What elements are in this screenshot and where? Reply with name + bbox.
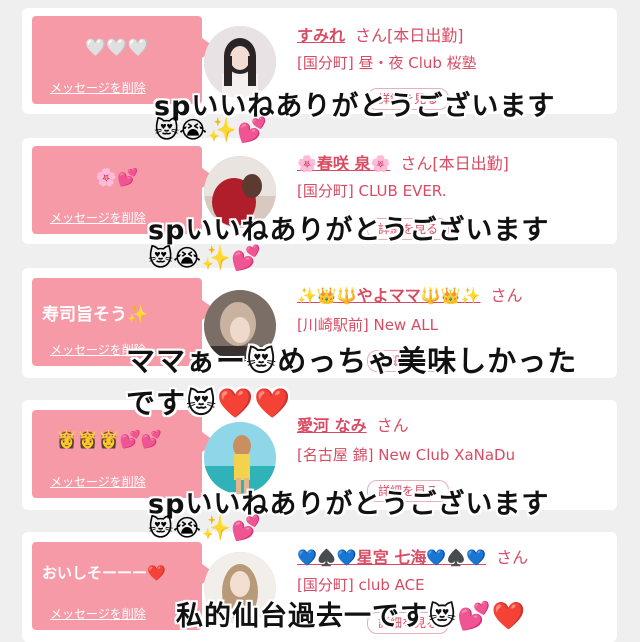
sender-name-link[interactable]: 🌸春咲 泉🌸: [297, 154, 390, 173]
shop-info: [国分町] club ACE: [297, 576, 425, 594]
sender-status: さん: [490, 286, 523, 305]
message-text: 🌸💕: [95, 168, 139, 188]
overlay-caption: 私的仙台過去一です😻💕❤️: [176, 601, 527, 632]
sender-name-line: ✨👑🔱やよママ🔱👑✨ さん: [297, 282, 523, 306]
sender-name-line: 🌸春咲 泉🌸 さん[本日出勤]: [297, 150, 509, 174]
sender-status: さん[本日出勤]: [400, 154, 509, 173]
shop-info: [国分町] CLUB EVER.: [297, 182, 447, 200]
sender-name-line: 愛河 なみ さん: [297, 412, 409, 436]
sender-name-link[interactable]: 💙♠️💙星宮 七海💙♠️💙: [297, 548, 486, 567]
overlay-caption: spいいねありがとうございます: [148, 215, 550, 246]
overlay-caption-line2: です😻❤️❤️: [126, 386, 292, 420]
message-text: 寿司旨そう✨: [42, 305, 149, 325]
message-text: 🤍🤍🤍: [85, 38, 149, 58]
delete-message-link[interactable]: メッセージを削除: [50, 79, 146, 96]
sender-name-link[interactable]: すみれ: [297, 26, 345, 45]
delete-message-link[interactable]: メッセージを削除: [50, 473, 146, 490]
sender-name-link[interactable]: ✨👑🔱やよママ🔱👑✨: [297, 286, 481, 305]
sender-status: さん: [376, 416, 409, 435]
overlay-emoji: 😻😭✨💕: [154, 116, 267, 144]
sender-name-line: すみれ さん[本日出勤]: [297, 22, 464, 46]
sender-status: さん[本日出勤]: [355, 26, 464, 45]
sender-status: さん: [496, 548, 529, 567]
overlay-emoji: 😻😭✨💕: [148, 244, 261, 272]
shop-info: [川崎駅前] New ALL: [297, 316, 438, 334]
message-text: 👸👸👸💕💕: [56, 430, 162, 450]
delete-message-link[interactable]: メッセージを削除: [50, 605, 146, 622]
message-text: おいしそーーー❤️: [42, 564, 166, 582]
delete-message-link[interactable]: メッセージを削除: [50, 209, 146, 226]
shop-info: [国分町] 昼・夜 Club 桜塾: [297, 54, 477, 72]
overlay-emoji: 😻😭✨💕: [148, 514, 261, 542]
sender-name-link[interactable]: 愛河 なみ: [297, 416, 367, 435]
overlay-caption: ママぁー😻めっちゃ美味しかった: [126, 344, 578, 378]
shop-info: [名古屋 錦] New Club XaNaDu: [297, 446, 516, 464]
sender-name-line: 💙♠️💙星宮 七海💙♠️💙 さん: [297, 544, 528, 568]
